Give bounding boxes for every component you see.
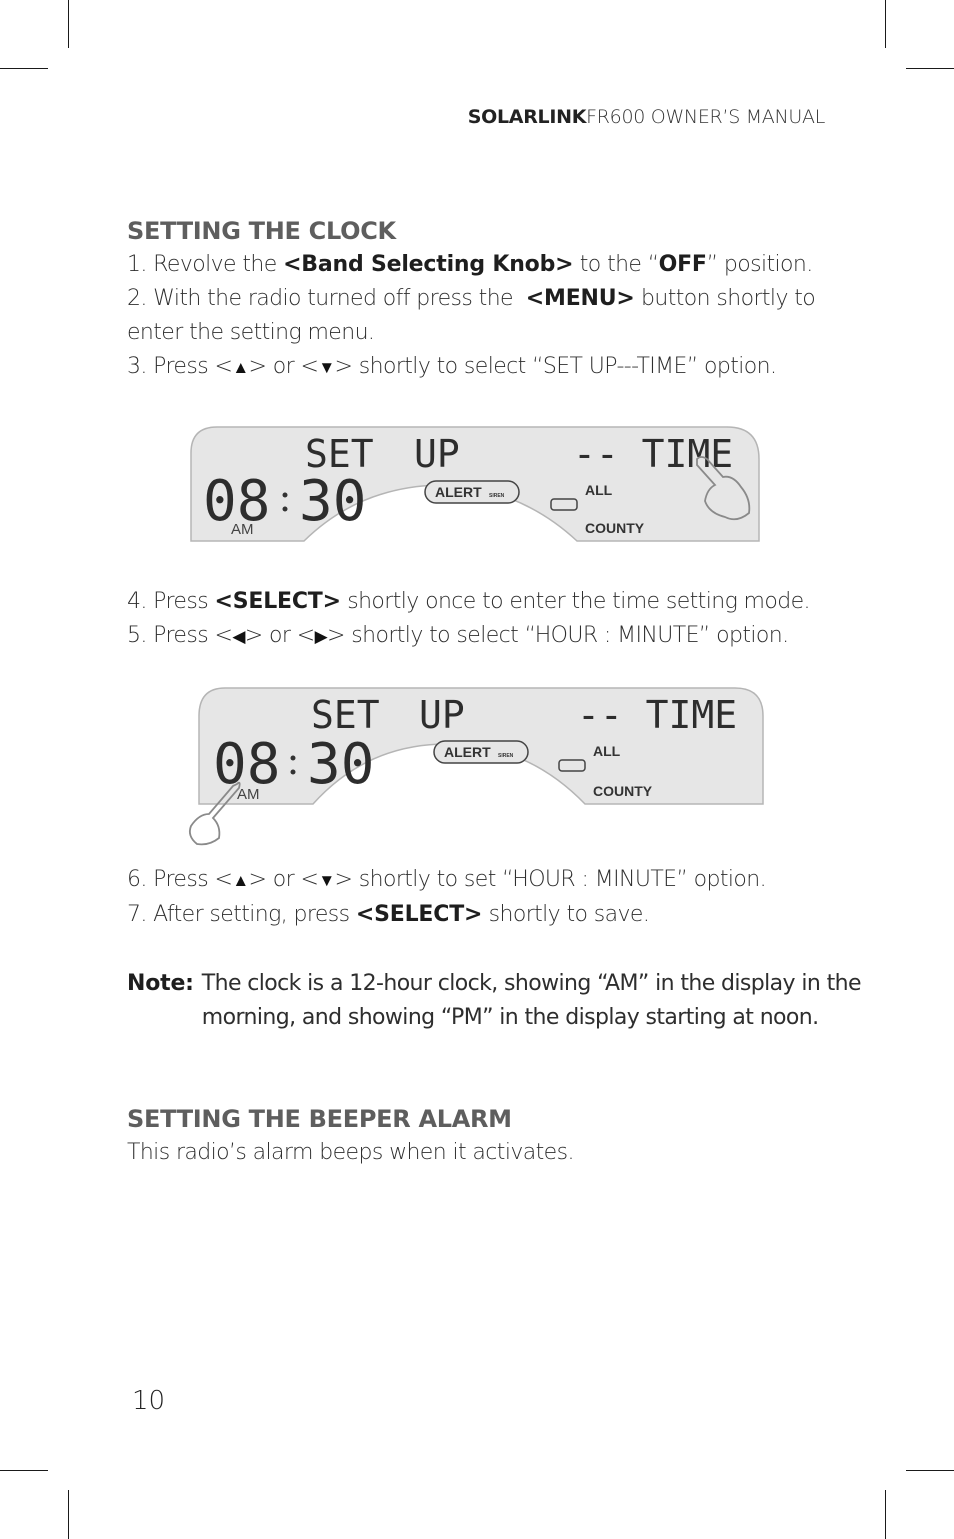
step-text: > or < [244, 623, 315, 648]
left-arrow-icon: ◀ [232, 627, 245, 647]
brand-name: SOLARLINK [467, 106, 587, 128]
lcd-display-figure-1: SET UP -- TIME 08 30 AM ALERT SIREN ALL … [189, 425, 761, 543]
colon-dot [282, 492, 288, 498]
step-text: 1. Revolve the [127, 252, 284, 277]
beeper-description: This radio’s alarm beeps when it activat… [127, 1140, 574, 1165]
lcd-text-set: SET [311, 693, 380, 737]
crop-mark-top-left-vertical [68, 0, 69, 48]
up-arrow-icon: ▲ [232, 871, 249, 891]
crop-mark-bottom-right-horizontal [906, 1470, 954, 1471]
alert-sub-label: SIREN [498, 753, 514, 759]
page-content: SETTING THE CLOCK 1. Revolve the <Band S… [127, 214, 861, 1170]
lcd-minute: 30 [299, 469, 366, 534]
step-7: 7. After setting, press <SELECT> shortly… [127, 898, 837, 932]
step-text: > shortly to select “HOUR : MINUTE” opti… [327, 623, 789, 648]
note-block: Note: The clock is a 12-hour clock, show… [127, 967, 861, 1035]
step-4: 4. Press <SELECT> shortly once to enter … [127, 585, 837, 619]
step-text: 4. Press [127, 589, 215, 614]
step-text: 2. With the radio turned off press the [127, 286, 526, 311]
colon-dot [282, 506, 288, 512]
lcd-ampm: AM [237, 786, 260, 803]
page-number: 10 [132, 1386, 166, 1416]
lcd-text-time: -- TIME [577, 693, 737, 737]
step-text: shortly to save. [482, 902, 650, 927]
manual-title: FR600 OWNER’S MANUAL [586, 106, 825, 128]
crop-mark-bottom-right-vertical [885, 1490, 886, 1539]
section-heading-beeper: SETTING THE BEEPER ALARM [127, 1105, 512, 1133]
lcd-minute: 30 [307, 732, 374, 797]
select-button-label: <SELECT> [355, 902, 483, 927]
crop-mark-bottom-left-horizontal [0, 1470, 48, 1471]
step-text: ” position. [706, 252, 814, 277]
note-label: Note: [127, 971, 194, 996]
lcd-text-up: UP [414, 432, 460, 476]
lcd-text-up: UP [419, 693, 465, 737]
step-text: > or < [248, 867, 319, 892]
step-3: 3. Press <▲> or <▼> shortly to select “S… [127, 350, 837, 385]
down-arrow-icon: ▼ [318, 871, 335, 891]
band-knob-label: <Band Selecting Knob> [283, 252, 574, 277]
step-text: to the “ [573, 252, 659, 277]
county-label: COUNTY [593, 783, 653, 799]
note-line-1: The clock is a 12-hour clock, showing “A… [201, 971, 862, 996]
running-header: SOLARLINKFR600 OWNER’S MANUAL [467, 106, 826, 128]
alert-sub-label: SIREN [489, 493, 505, 499]
step-text: > or < [248, 354, 319, 379]
menu-button-label: <MENU> [525, 286, 635, 311]
all-label: ALL [593, 743, 621, 759]
right-arrow-icon: ▶ [314, 627, 328, 647]
alert-label: ALERT [435, 484, 482, 500]
crop-mark-bottom-left-vertical [68, 1490, 69, 1539]
colon-dot [290, 755, 296, 761]
step-1: 1. Revolve the <Band Selecting Knob> to … [127, 248, 837, 282]
lcd-ampm: AM [231, 521, 254, 538]
select-button-label: <SELECT> [214, 589, 341, 614]
step-text: 6. Press < [127, 867, 233, 892]
step-2: 2. With the radio turned off press the <… [127, 282, 837, 350]
up-arrow-icon: ▲ [232, 358, 249, 378]
crop-mark-top-right-vertical [885, 0, 886, 48]
step-6: 6. Press <▲> or <▼> shortly to set “HOUR… [127, 863, 837, 898]
down-arrow-icon: ▼ [318, 358, 335, 378]
crop-mark-top-right-horizontal [906, 68, 954, 69]
step-text: 5. Press < [127, 623, 233, 648]
step-text: 7. After setting, press [127, 902, 356, 927]
alert-label: ALERT [444, 744, 491, 760]
off-label: OFF [658, 252, 707, 277]
step-5: 5. Press <◀> or <▶> shortly to select “H… [127, 619, 837, 654]
note-line-2: morning, and showing “PM” in the display… [201, 1005, 819, 1030]
colon-dot [290, 769, 296, 775]
step-text: > shortly to set “HOUR : MINUTE” option. [334, 867, 767, 892]
lcd-text-time: -- TIME [573, 432, 733, 476]
section-heading-clock: SETTING THE CLOCK [127, 217, 396, 245]
crop-mark-top-left-horizontal [0, 68, 48, 69]
step-text: > shortly to select “SET UP---TIME” opti… [334, 354, 777, 379]
all-label: ALL [585, 482, 613, 498]
step-text: 3. Press < [127, 354, 233, 379]
county-label: COUNTY [585, 520, 645, 536]
lcd-display-figure-2: SET UP -- TIME 08 30 AM ALERT SIREN ALL … [179, 686, 769, 851]
step-text: shortly once to enter the time setting m… [340, 589, 810, 614]
